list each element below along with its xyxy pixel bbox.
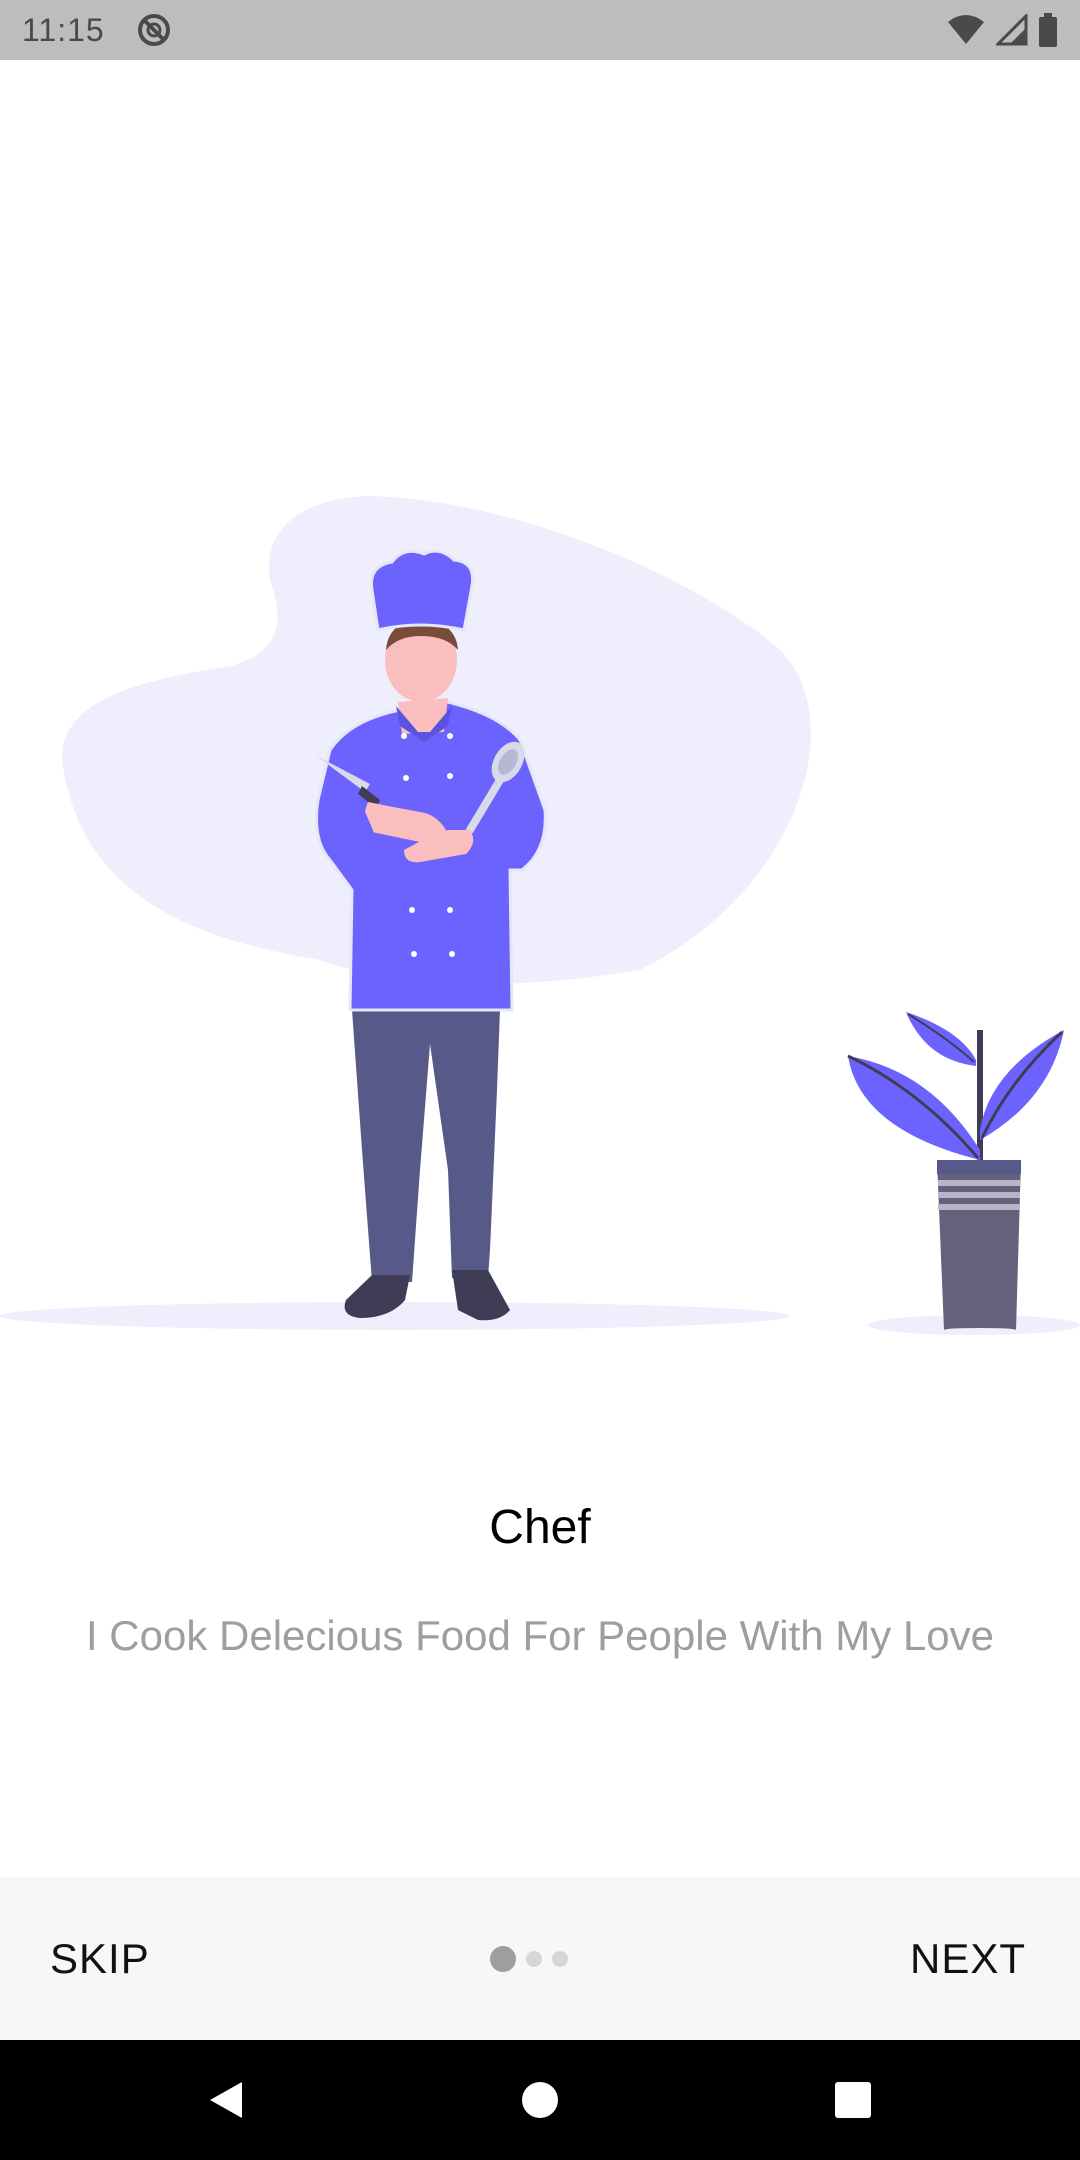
status-time: 11:15 <box>22 11 105 48</box>
onboarding-bottom-bar: SKIP NEXT <box>0 1877 1080 2040</box>
home-button[interactable] <box>470 2040 610 2160</box>
wifi-icon <box>948 15 984 44</box>
page-dot[interactable] <box>526 1950 542 1967</box>
recents-button[interactable] <box>783 2040 923 2160</box>
signal-icon <box>996 14 1028 46</box>
next-button[interactable]: NEXT <box>910 1877 1026 2040</box>
chef-illustration <box>0 496 1080 1335</box>
page-dot-active[interactable] <box>490 1945 516 1972</box>
recents-icon <box>835 2082 871 2118</box>
page-indicator <box>490 1877 568 2040</box>
status-icons <box>946 13 1058 47</box>
onboarding-subtitle: I Cook Delecious Food For People With My… <box>85 1612 995 1659</box>
system-navigation-bar <box>0 2040 1080 2160</box>
plant-figure <box>847 1012 1064 1330</box>
status-bar: 11:15 <box>0 0 1080 60</box>
data-saver-icon <box>137 14 170 46</box>
back-button[interactable] <box>156 2040 296 2160</box>
back-icon <box>210 2082 242 2118</box>
skip-button[interactable]: SKIP <box>50 1877 150 2040</box>
onboarding-screen: 11:15 Chef I Cook Delecious Food For Peo… <box>0 0 1080 2160</box>
battery-icon <box>1039 13 1057 47</box>
page-dot[interactable] <box>552 1950 568 1967</box>
home-icon <box>522 2082 558 2118</box>
onboarding-title: Chef <box>489 1501 591 1554</box>
